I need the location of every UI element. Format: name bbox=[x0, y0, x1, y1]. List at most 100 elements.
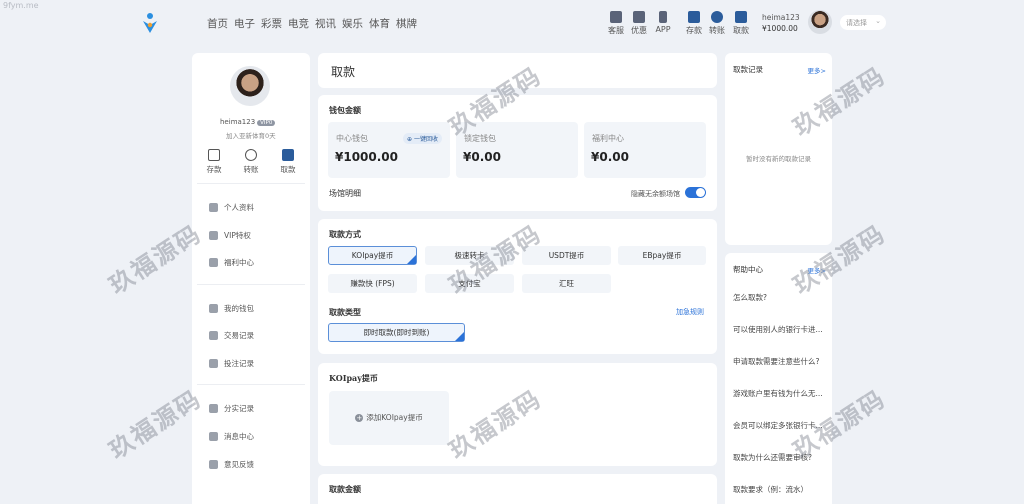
site-watermark: 9fym.me bbox=[3, 1, 39, 10]
vip-badge: VIP0 bbox=[257, 120, 276, 126]
chat-icon bbox=[610, 11, 622, 23]
transfer-button[interactable]: 转账 bbox=[704, 11, 730, 36]
sidebar-item-transactions[interactable]: 交易记录 bbox=[209, 329, 254, 341]
help-item[interactable]: 取款为什么还需要审核? bbox=[733, 452, 812, 463]
wallet-section-title: 钱包金额 bbox=[329, 106, 361, 115]
main-nav: 首页 电子 彩票 电竞 视讯 娱乐 体育 棋牌 bbox=[207, 16, 417, 31]
withdraw-icon bbox=[282, 149, 294, 161]
rules-link[interactable]: 加急规则 bbox=[676, 307, 704, 317]
joined-days: 加入亚新体育0天 bbox=[226, 132, 276, 140]
sidebar-transfer-button[interactable]: 转账 bbox=[237, 149, 265, 175]
brand-logo[interactable] bbox=[141, 12, 159, 34]
method-section-title: 取款方式 bbox=[329, 230, 361, 239]
records-empty-text: 暂时没有新的取款记录 bbox=[746, 155, 811, 163]
nav-live[interactable]: 视讯 bbox=[315, 16, 336, 31]
hide-empty-label: 隐藏无余额场馆 bbox=[631, 190, 680, 198]
koipay-card: KOIpay提币 + 添加KOIpay提币 bbox=[318, 363, 717, 466]
hide-empty-toggle[interactable] bbox=[685, 187, 706, 198]
transfer-icon bbox=[711, 11, 723, 23]
title-card: 取款 bbox=[318, 53, 717, 88]
help-item[interactable]: 取款要求（例：流水） bbox=[733, 484, 808, 495]
gift-icon bbox=[633, 11, 645, 23]
crown-icon bbox=[209, 230, 218, 240]
phone-icon bbox=[659, 11, 667, 23]
help-item[interactable]: 会员可以绑定多张银行卡... bbox=[733, 420, 823, 431]
sidebar-item-profile[interactable]: 个人资料 bbox=[209, 201, 254, 213]
profile-name: heima123 VIP0 bbox=[220, 118, 276, 126]
sidebar-item-wallet[interactable]: 我的钱包 bbox=[209, 302, 254, 314]
help-item[interactable]: 可以使用别人的银行卡进... bbox=[733, 324, 823, 335]
records-more-link[interactable]: 更多> bbox=[808, 65, 826, 75]
sidebar-item-rebate[interactable]: 分实记录 bbox=[209, 402, 254, 414]
venue-detail-link[interactable]: 场馆明细 bbox=[329, 188, 361, 199]
user-name: heima123 bbox=[762, 13, 800, 22]
method-koipay[interactable]: KOIpay提币 bbox=[328, 246, 417, 265]
method-alipay[interactable]: 支付宝 bbox=[425, 274, 514, 293]
withdraw-button[interactable]: 取款 bbox=[728, 11, 754, 36]
language-select[interactable]: 请选择 ⌄ bbox=[840, 15, 886, 30]
feedback-icon bbox=[209, 459, 218, 469]
method-huiwang[interactable]: 汇旺 bbox=[522, 274, 611, 293]
help-title: 帮助中心 bbox=[733, 265, 763, 274]
avatar[interactable] bbox=[808, 10, 832, 34]
sidebar-deposit-button[interactable]: 存款 bbox=[200, 149, 228, 175]
app-button[interactable]: APP bbox=[650, 11, 676, 34]
nav-home[interactable]: 首页 bbox=[207, 16, 228, 31]
method-fast-card[interactable]: 极速转卡 bbox=[425, 246, 514, 265]
sidebar-item-vip[interactable]: VIP特权 bbox=[209, 229, 251, 241]
wallet-welfare: 福利中心 ¥0.00 bbox=[584, 122, 706, 178]
nav-lottery[interactable]: 彩票 bbox=[261, 16, 282, 31]
top-bar: 9fym.me 首页 电子 彩票 电竞 视讯 娱乐 体育 棋牌 客服 优惠 AP… bbox=[0, 0, 1024, 46]
list-icon bbox=[209, 403, 218, 413]
method-fps[interactable]: 赚款快 (FPS) bbox=[328, 274, 417, 293]
profile-avatar[interactable] bbox=[230, 66, 270, 106]
help-item[interactable]: 游戏账户里有钱为什么无... bbox=[733, 388, 823, 399]
method-ebpay[interactable]: EBpay提币 bbox=[618, 246, 706, 265]
nav-slots[interactable]: 电子 bbox=[234, 16, 255, 31]
plus-icon: + bbox=[355, 414, 364, 422]
type-instant[interactable]: 即时取款(即时到账) bbox=[328, 323, 465, 342]
divider bbox=[197, 284, 305, 285]
type-section-title: 取款类型 bbox=[329, 308, 361, 317]
chevron-down-icon: ⌄ bbox=[875, 17, 881, 25]
sidebar-item-welfare[interactable]: 福利中心 bbox=[209, 256, 254, 268]
method-usdt[interactable]: USDT提币 bbox=[522, 246, 611, 265]
id-card-icon bbox=[209, 202, 218, 212]
help-item[interactable]: 怎么取款? bbox=[733, 292, 767, 303]
one-click-recover-button[interactable]: ⊕ 一键回收 bbox=[403, 133, 442, 144]
transfer-icon bbox=[245, 149, 257, 161]
document-icon bbox=[209, 358, 218, 368]
gift-icon bbox=[209, 257, 218, 267]
koipay-section-title: KOIpay提币 bbox=[329, 373, 378, 383]
sidebar-item-bets[interactable]: 投注记录 bbox=[209, 357, 254, 369]
divider bbox=[197, 384, 305, 385]
amount-section-title: 取款金额 bbox=[329, 485, 361, 494]
user-balance: ¥1000.00 bbox=[762, 24, 798, 33]
divider bbox=[197, 183, 305, 184]
wallet-card: 钱包金额 中心钱包 ⊕ 一键回收 ¥1000.00 锁定钱包 ¥0.00 福利中… bbox=[318, 95, 717, 211]
wallet-locked: 锁定钱包 ¥0.00 bbox=[456, 122, 578, 178]
sidebar-item-feedback[interactable]: 意见反馈 bbox=[209, 458, 254, 470]
megaphone-icon bbox=[209, 431, 218, 441]
records-title: 取款记录 bbox=[733, 65, 763, 74]
withdraw-icon bbox=[735, 11, 747, 23]
help-item[interactable]: 申请取款需要注意些什么? bbox=[733, 356, 819, 367]
records-card: 取款记录 更多> 暂时没有新的取款记录 bbox=[725, 53, 832, 245]
add-koipay-button[interactable]: + 添加KOIpay提币 bbox=[329, 391, 449, 445]
page-title: 取款 bbox=[331, 65, 356, 79]
nav-cards[interactable]: 棋牌 bbox=[396, 16, 417, 31]
help-more-link[interactable]: 更多> bbox=[808, 265, 826, 275]
nav-sports[interactable]: 体育 bbox=[369, 16, 390, 31]
sidebar-item-messages[interactable]: 消息中心 bbox=[209, 430, 254, 442]
nav-entertainment[interactable]: 娱乐 bbox=[342, 16, 363, 31]
sidebar-withdraw-button[interactable]: 取款 bbox=[274, 149, 302, 175]
wallet-icon bbox=[209, 303, 218, 313]
wallet-center: 中心钱包 ⊕ 一键回收 ¥1000.00 bbox=[328, 122, 450, 178]
method-card: 取款方式 KOIpay提币 极速转卡 USDT提币 EBpay提币 赚款快 (F… bbox=[318, 219, 717, 354]
amount-card: 取款金额 bbox=[318, 474, 717, 504]
nav-esports[interactable]: 电竞 bbox=[288, 16, 309, 31]
wallet-icon bbox=[208, 149, 220, 161]
receipt-icon bbox=[209, 330, 218, 340]
promo-button[interactable]: 优惠 bbox=[626, 11, 652, 36]
help-card: 帮助中心 更多> 怎么取款? 可以使用别人的银行卡进... 申请取款需要注意些什… bbox=[725, 253, 832, 504]
